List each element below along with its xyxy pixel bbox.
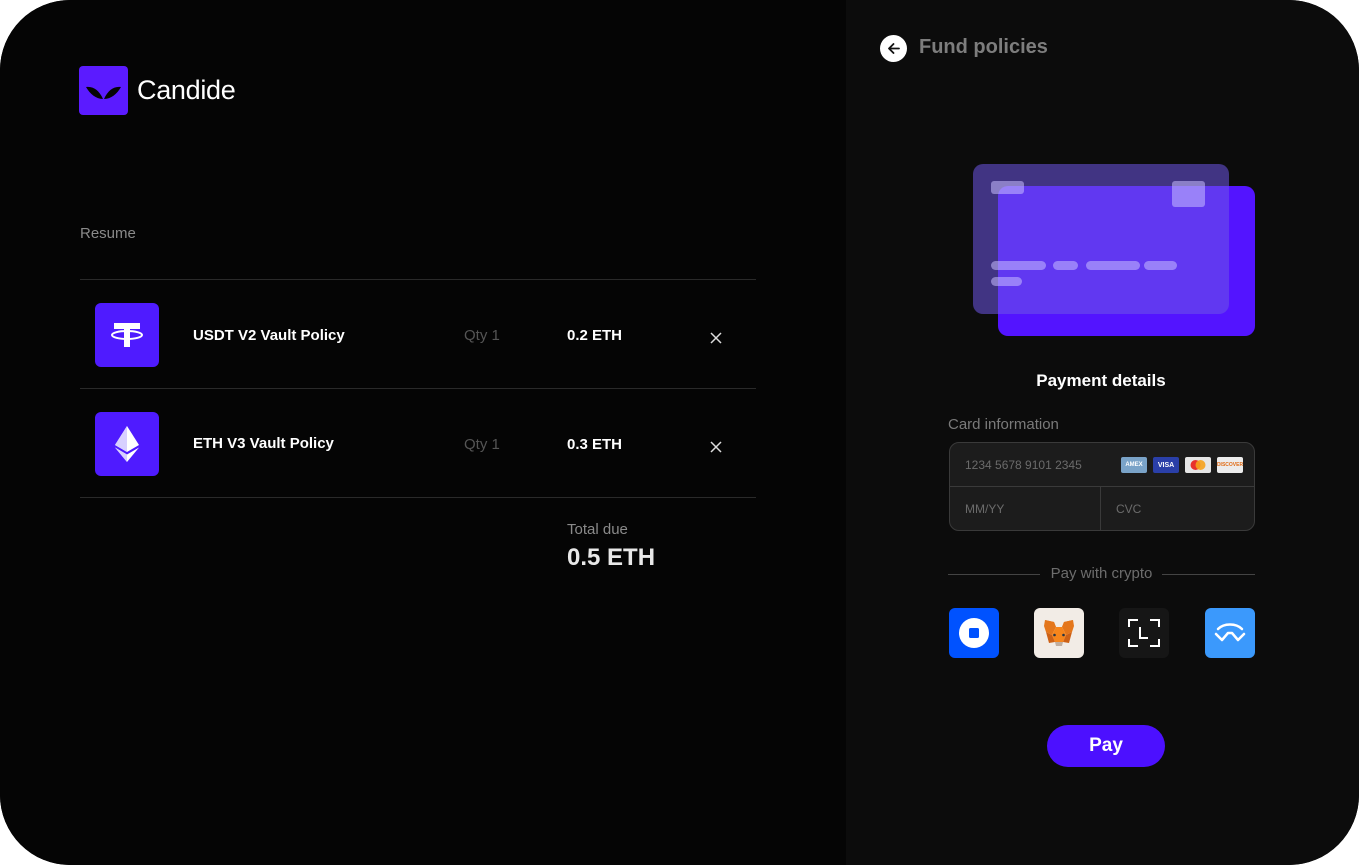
cart-item: USDT V2 Vault Policy Qty 1 0.2 ETH [80, 280, 756, 388]
walletconnect-button[interactable] [1205, 608, 1255, 658]
ethereum-icon [95, 412, 159, 476]
item-qty: Qty 1 [464, 327, 500, 344]
item-price: 0.3 ETH [567, 436, 623, 453]
brand-name: Candide [137, 75, 236, 105]
coinbase-wallet-button[interactable] [949, 608, 999, 658]
metamask-icon [1044, 620, 1074, 646]
card-chip [991, 181, 1024, 194]
divider [80, 497, 756, 498]
mastercard-circles [1190, 460, 1206, 470]
item-name: ETH V3 Vault Policy [193, 435, 334, 452]
card-number-input[interactable] [965, 443, 1125, 487]
item-name: USDT V2 Vault Policy [193, 327, 345, 344]
candide-logo-icon [79, 66, 128, 115]
cvc-input[interactable] [1116, 487, 1236, 530]
brand-logo: Candide [79, 66, 236, 115]
coinbase-wallet-icon [959, 618, 989, 648]
order-summary-panel: Candide Resume USDT V2 Vault Policy Qty … [0, 0, 846, 865]
expiry-field [950, 487, 1101, 530]
section-label: Resume [80, 225, 136, 242]
amex-icon: AMEX [1121, 457, 1147, 473]
card-form: AMEX VISA DISCOVER [949, 442, 1255, 531]
remove-item-button[interactable] [710, 437, 726, 453]
card-line [991, 261, 1046, 270]
cvc-field [1101, 487, 1254, 530]
tether-icon [95, 303, 159, 367]
card-number-row: AMEX VISA DISCOVER [950, 443, 1254, 487]
total-label: Total due [567, 521, 628, 538]
visa-icon: VISA [1153, 457, 1179, 473]
card-info-label: Card information [948, 416, 1059, 433]
card-line [1144, 261, 1177, 270]
expiry-input[interactable] [965, 487, 1085, 530]
cart-item: ETH V3 Vault Policy Qty 1 0.3 ETH [80, 389, 756, 497]
crypto-separator: Pay with crypto [948, 564, 1255, 584]
card-line [1086, 261, 1140, 270]
card-line [1053, 261, 1078, 270]
card-chip [1172, 181, 1205, 207]
card-line [991, 277, 1022, 286]
payment-details-heading: Payment details [1036, 371, 1166, 390]
metamask-button[interactable] [1034, 608, 1084, 658]
crypto-label: Pay with crypto [1050, 565, 1153, 582]
total-value: 0.5 ETH [567, 544, 656, 571]
arrow-left-icon [888, 43, 900, 54]
mastercard-icon [1185, 457, 1211, 473]
remove-item-button[interactable] [710, 328, 726, 344]
item-price: 0.2 ETH [567, 327, 623, 344]
close-icon [710, 332, 722, 344]
close-icon [710, 441, 722, 453]
back-button[interactable] [880, 35, 907, 62]
walletconnect-icon [1214, 623, 1246, 642]
ledger-button[interactable] [1119, 608, 1169, 658]
page-title: Fund policies [919, 36, 1048, 58]
discover-icon: DISCOVER [1217, 457, 1243, 473]
app-window: Candide Resume USDT V2 Vault Policy Qty … [0, 0, 1359, 865]
item-qty: Qty 1 [464, 436, 500, 453]
pay-button[interactable]: Pay [1047, 725, 1165, 767]
ledger-icon [1128, 619, 1160, 647]
